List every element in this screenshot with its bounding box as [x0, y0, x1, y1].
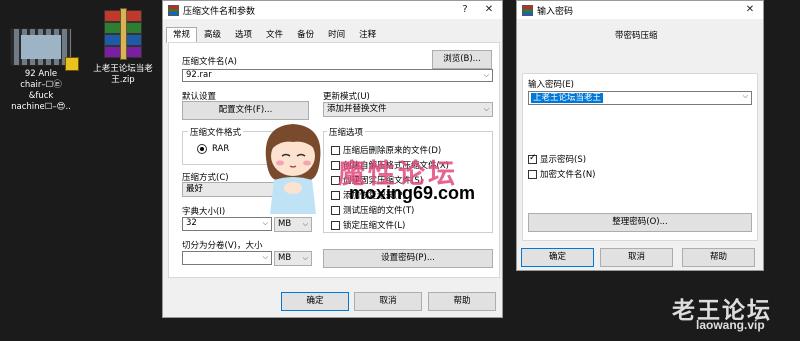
update-mode-value: 添加并替换文件: [327, 104, 387, 114]
lock-badge-icon: [65, 57, 79, 71]
zip-file-label-line-1: 上老王论坛当老: [93, 64, 153, 74]
dialog-title: 压缩文件名和参数: [183, 6, 256, 17]
dictionary-select[interactable]: 32 ⌵: [182, 217, 272, 231]
show-password-checkbox[interactable]: 显示密码(S): [528, 153, 586, 165]
dialog-title: 输入密码: [537, 6, 574, 17]
checkbox-icon: [331, 190, 340, 200]
zip-file-label-line-2: 王.zip: [111, 75, 135, 85]
dictionary-unit-value: MB: [278, 219, 292, 229]
cartoon-girl-sticker: [265, 124, 321, 214]
moxing-url-watermark: moxing69.com: [349, 183, 476, 203]
tab-backup[interactable]: 备份: [290, 27, 321, 43]
winrar-icon: [522, 4, 533, 16]
cancel-button[interactable]: 取消: [600, 248, 673, 267]
password-input-label: 输入密码(E): [528, 80, 575, 90]
close-icon[interactable]: ✕: [739, 1, 761, 19]
password-dialog: 输入密码 ✕ 带密码压缩 输入密码(E) 上老王论坛当老王 ⌵ 显示密码(S) …: [516, 0, 764, 271]
lock-archive-label: 锁定压缩文件(L): [343, 221, 406, 231]
archive-name-label: 压缩文件名(A): [182, 57, 237, 67]
password-input[interactable]: 上老王论坛当老王 ⌵: [528, 91, 752, 105]
chevron-down-icon: ⌵: [483, 105, 489, 113]
test-files-label: 测试压缩的文件(T): [343, 206, 415, 216]
dictionary-value: 32: [186, 218, 197, 228]
winrar-icon: [168, 4, 179, 16]
test-files-checkbox[interactable]: 测试压缩的文件(T): [331, 204, 414, 216]
checkbox-checked-icon: [528, 153, 537, 164]
ok-button[interactable]: 确定: [281, 292, 349, 311]
help-button[interactable]: 帮助: [682, 248, 755, 267]
zip-file-icon[interactable]: 上老王论坛当老 王.zip: [85, 6, 161, 86]
help-icon[interactable]: ?: [454, 1, 476, 19]
chevron-down-icon: ⌵: [262, 219, 268, 227]
laowang-url-watermark: laowang.vip: [696, 318, 765, 332]
browse-button[interactable]: 浏览(B)...: [432, 50, 492, 69]
tab-options[interactable]: 选项: [228, 27, 259, 43]
cancel-button[interactable]: 取消: [354, 292, 422, 311]
split-size-input[interactable]: ⌵: [182, 251, 272, 265]
close-icon[interactable]: ✕: [478, 1, 500, 19]
ok-button[interactable]: 确定: [521, 248, 594, 267]
archive-name-value: 92.rar: [186, 70, 212, 80]
checkbox-icon: [528, 169, 537, 179]
update-mode-select[interactable]: 添加并替换文件 ⌵: [323, 102, 493, 117]
chevron-down-icon: ⌵: [302, 220, 308, 228]
update-mode-label: 更新模式(U): [323, 92, 370, 102]
chevron-down-icon[interactable]: ⌵: [743, 92, 748, 101]
tab-files[interactable]: 文件: [259, 27, 290, 43]
options-group-label: 压缩选项: [327, 126, 366, 138]
dictionary-unit-select[interactable]: MB ⌵: [274, 217, 312, 232]
radio-selected-icon: [197, 144, 207, 154]
dictionary-label: 字典大小(I): [182, 207, 226, 217]
password-value: 上老王论坛当老王: [531, 93, 604, 103]
chevron-down-icon[interactable]: ⌵: [484, 70, 489, 81]
chevron-down-icon: ⌵: [262, 253, 268, 261]
chevron-down-icon: ⌵: [302, 254, 308, 262]
tab-advanced[interactable]: 高级: [197, 27, 228, 43]
format-rar-label: RAR: [212, 144, 230, 154]
checkbox-icon: [331, 220, 340, 230]
video-file-icon[interactable]: 92 Anle chair–☐㉫ &fuck nachine☐–😍..: [2, 28, 80, 113]
video-file-label-line-4: nachine☐–😍..: [11, 102, 71, 112]
checkbox-icon: [331, 205, 340, 215]
video-file-label-line-2: chair–☐㉫: [20, 80, 62, 90]
video-thumbnail: [10, 28, 79, 71]
format-rar-radio[interactable]: RAR: [197, 144, 229, 154]
archive-name-input[interactable]: 92.rar ⌵: [182, 69, 493, 82]
format-group-label: 压缩文件格式: [188, 126, 244, 138]
split-unit-value: MB: [278, 253, 292, 263]
video-file-label-line-3: &fuck: [28, 91, 54, 101]
title-bar[interactable]: 压缩文件名和参数 ? ✕: [163, 1, 502, 19]
tab-general[interactable]: 常规: [166, 27, 198, 43]
set-password-button[interactable]: 设置密码(P)...: [323, 249, 493, 268]
tab-time[interactable]: 时间: [321, 27, 352, 43]
password-heading: 带密码压缩: [615, 31, 658, 41]
show-password-label: 显示密码(S): [540, 155, 587, 165]
split-volumes-label: 切分为分卷(V)，大小: [182, 241, 263, 251]
help-button[interactable]: 帮助: [428, 292, 496, 311]
method-value: 最好: [186, 184, 204, 194]
encrypt-filenames-checkbox[interactable]: 加密文件名(N): [528, 168, 596, 180]
organize-passwords-button[interactable]: 整理密码(O)...: [528, 213, 752, 232]
tab-bar: 常规 高级 选项 文件 备份 时间 注释: [166, 27, 383, 43]
tab-comment[interactable]: 注释: [352, 27, 383, 43]
lock-archive-checkbox[interactable]: 锁定压缩文件(L): [331, 219, 405, 231]
winrar-books-icon: [100, 6, 146, 60]
split-unit-select[interactable]: MB ⌵: [274, 251, 312, 266]
encrypt-filenames-label: 加密文件名(N): [540, 170, 596, 180]
title-bar[interactable]: 输入密码 ✕: [517, 1, 763, 19]
